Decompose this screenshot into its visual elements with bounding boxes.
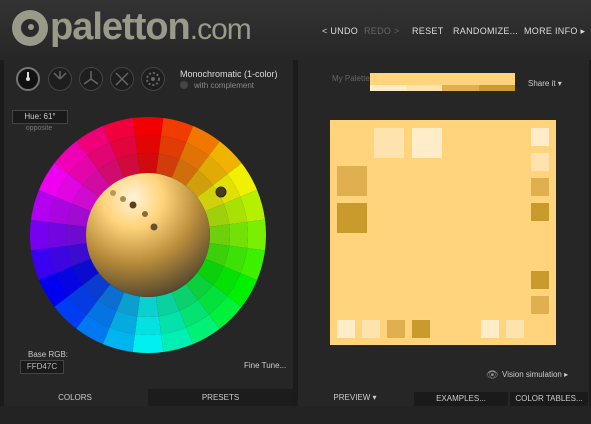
swatch-small-light-1 <box>531 153 549 171</box>
swatch-bottom-light-1 <box>362 320 380 338</box>
swatch-small-dark-1b <box>531 296 549 314</box>
tab-preview[interactable]: PREVIEW ▾ <box>298 389 412 406</box>
wheel-segment[interactable] <box>48 221 67 249</box>
strip-main <box>370 73 515 85</box>
tab-color-tables[interactable]: COLOR TABLES... <box>510 392 588 406</box>
adjacent-scheme-icon[interactable] <box>48 67 72 91</box>
logo-icon <box>12 10 48 46</box>
strip-shade-3 <box>442 85 479 91</box>
wheel-segment[interactable] <box>134 135 162 154</box>
hue-field[interactable]: Hue: 61° <box>12 110 68 124</box>
palette-preview <box>330 120 556 345</box>
wheel-segment[interactable] <box>30 219 49 251</box>
randomize-button[interactable]: RANDOMIZE... <box>453 26 518 36</box>
bottom-bar <box>0 406 591 424</box>
wheel-segment[interactable] <box>247 219 266 251</box>
strip-shade-4 <box>479 85 515 91</box>
strip-shade-1 <box>370 85 406 91</box>
swatch-bottom-light-2b <box>481 320 499 338</box>
tab-examples[interactable]: EXAMPLES... <box>414 392 508 406</box>
scheme-title: Monochromatic (1-color) <box>180 69 278 79</box>
tetrad-scheme-icon[interactable] <box>110 67 134 91</box>
eye-icon[interactable]: 👁 <box>486 370 499 381</box>
my-palette-label: My Palette <box>332 74 370 83</box>
swatch-small-dark-2 <box>531 203 549 221</box>
reset-button[interactable]: RESET <box>412 26 444 36</box>
undo-button[interactable]: < UNDO <box>322 26 358 36</box>
wheel-segment[interactable] <box>137 296 159 317</box>
swatch-bottom-light-1b <box>506 320 524 338</box>
more-info-button[interactable]: MORE INFO ▸ <box>524 26 585 37</box>
base-rgb-label: Base RGB: <box>28 350 69 359</box>
triad-scheme-icon[interactable] <box>79 67 103 91</box>
swatch-small-dark-1 <box>531 178 549 196</box>
complement-label[interactable]: with complement <box>194 81 254 90</box>
free-style-scheme-icon[interactable] <box>141 67 165 91</box>
color-wheel[interactable] <box>30 117 266 353</box>
mono-scheme-icon[interactable] <box>16 67 40 91</box>
swatch-light-1 <box>374 128 404 158</box>
swatch-bottom-dark-1 <box>387 320 405 338</box>
swatch-light-2 <box>412 128 442 158</box>
wheel-segment[interactable] <box>132 334 164 353</box>
swatch-bottom-dark-2 <box>412 320 430 338</box>
tab-presets[interactable]: PRESETS <box>148 389 293 406</box>
base-rgb-input[interactable]: FFD47C <box>20 360 64 374</box>
strip-shade-2 <box>406 85 442 91</box>
tab-colors[interactable]: COLORS <box>4 389 146 406</box>
redo-button[interactable]: REDO > <box>364 26 400 36</box>
palette-strip[interactable] <box>370 73 515 91</box>
hue-handle[interactable] <box>215 186 227 198</box>
wheel-segment[interactable] <box>209 224 230 246</box>
share-button[interactable]: Share it ▾ <box>528 79 562 88</box>
wheel-segment[interactable] <box>132 117 164 136</box>
opposite-link[interactable]: opposite <box>12 125 66 132</box>
wheel-segment[interactable] <box>137 153 159 174</box>
saturation-disc[interactable] <box>86 173 210 297</box>
swatch-bottom-light-2 <box>337 320 355 338</box>
swatch-dark-2 <box>337 203 367 233</box>
swatch-small-dark-2b <box>531 271 549 289</box>
wheel-segment[interactable] <box>229 221 248 249</box>
fine-tune-button[interactable]: Fine Tune... <box>244 361 286 370</box>
complement-checkbox[interactable] <box>180 81 188 89</box>
logo[interactable]: paletton.com <box>50 6 252 49</box>
swatch-small-light-2 <box>531 128 549 146</box>
vision-simulation-button[interactable]: Vision simulation ▸ <box>502 370 568 379</box>
swatch-dark-1 <box>337 166 367 196</box>
wheel-segment[interactable] <box>134 316 162 335</box>
wheel-segment[interactable] <box>66 224 87 246</box>
